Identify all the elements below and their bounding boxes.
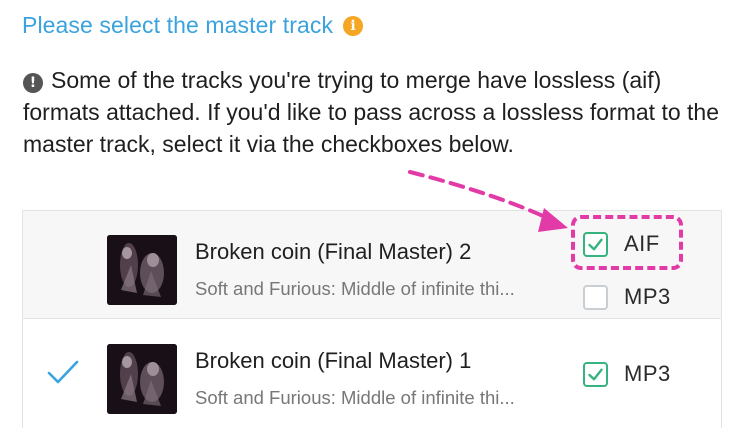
annotation-arrow-icon [408, 170, 568, 232]
